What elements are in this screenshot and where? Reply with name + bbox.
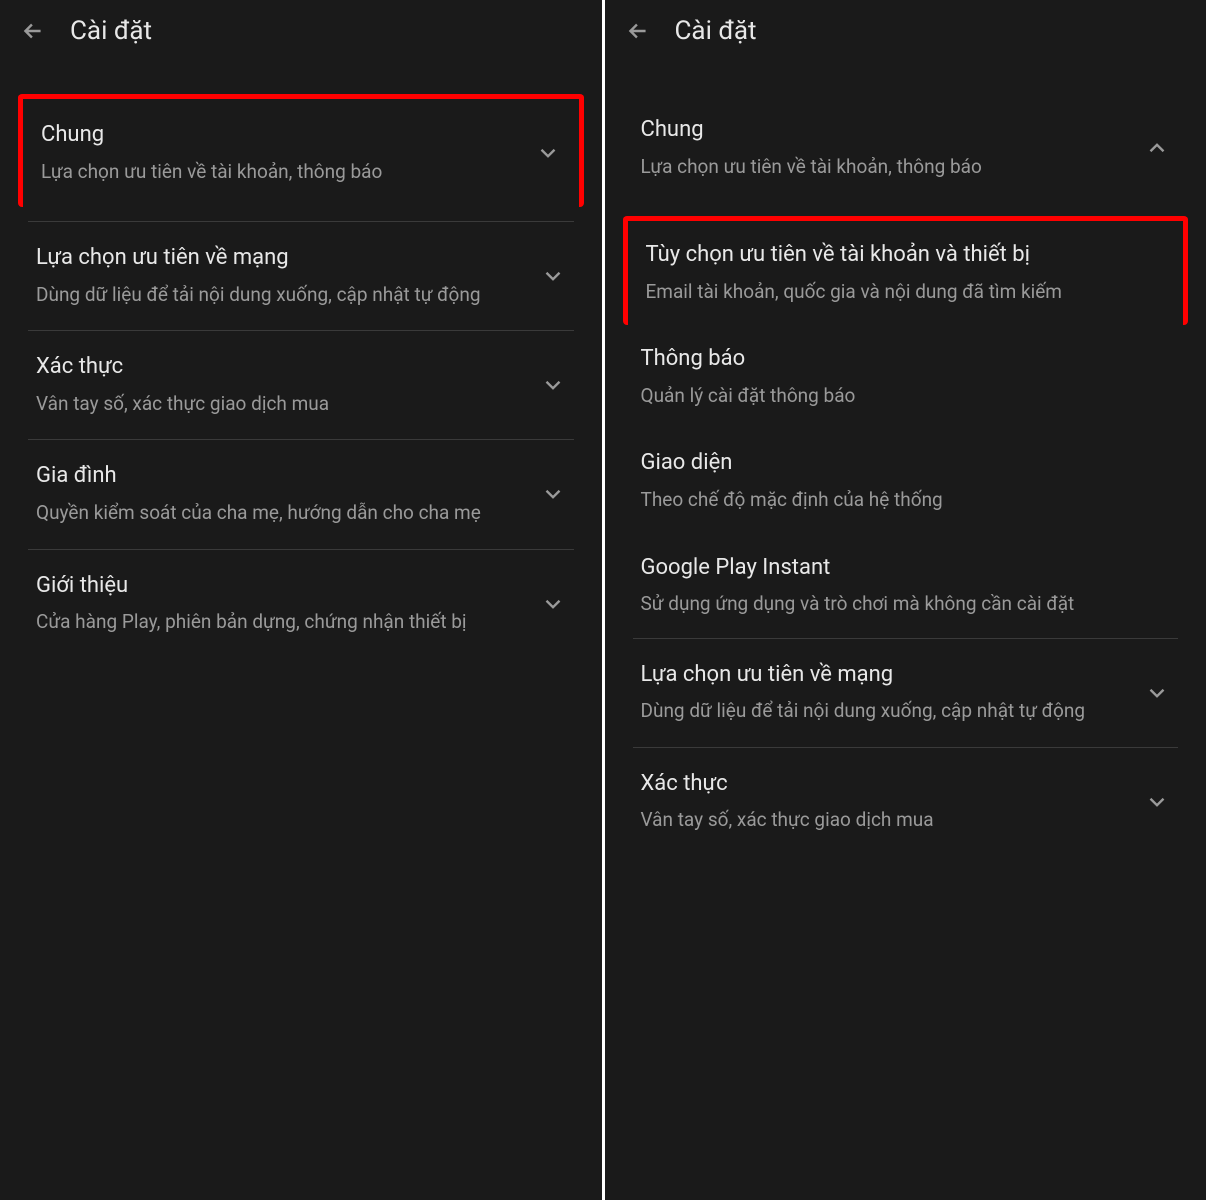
settings-item-general[interactable]: Chung Lựa chọn ưu tiên về tài khoản, thô… — [633, 94, 1179, 202]
item-subtitle: Quản lý cài đặt thông báo — [641, 382, 1161, 410]
chevron-down-icon — [540, 372, 566, 398]
chevron-down-icon — [540, 263, 566, 289]
back-arrow-icon[interactable] — [20, 18, 46, 44]
item-subtitle: Dùng dữ liệu để tải nội dung xuống, cập … — [641, 697, 1135, 725]
item-subtitle: Lựa chọn ưu tiên về tài khoản, thông báo — [41, 158, 525, 186]
item-title: Gia đình — [36, 462, 530, 491]
item-subtitle: Dùng dữ liệu để tải nội dung xuống, cập … — [36, 281, 530, 309]
chevron-down-icon — [1144, 680, 1170, 706]
settings-item-network[interactable]: Lựa chọn ưu tiên về mạng Dùng dữ liệu để… — [633, 639, 1179, 748]
settings-item-play-instant[interactable]: Google Play Instant Sử dụng ứng dụng và … — [633, 534, 1179, 639]
chevron-down-icon — [540, 591, 566, 617]
settings-item-general[interactable]: Chung Lựa chọn ưu tiên về tài khoản, thô… — [18, 94, 584, 207]
item-title: Lựa chọn ưu tiên về mạng — [36, 244, 530, 273]
item-subtitle: Vân tay số, xác thực giao dịch mua — [641, 806, 1135, 834]
item-title: Giao diện — [641, 449, 1161, 478]
left-screen: Cài đặt Chung Lựa chọn ưu tiên về tài kh… — [0, 0, 602, 1200]
item-subtitle: Quyền kiểm soát của cha mẹ, hướng dẫn ch… — [36, 499, 530, 527]
item-subtitle: Cửa hàng Play, phiên bản dựng, chứng nhậ… — [36, 608, 530, 636]
item-subtitle: Vân tay số, xác thực giao dịch mua — [36, 390, 530, 418]
settings-item-about[interactable]: Giới thiệu Cửa hàng Play, phiên bản dựng… — [28, 550, 574, 658]
page-title: Cài đặt — [675, 16, 757, 46]
item-title: Google Play Instant — [641, 554, 1161, 583]
item-subtitle: Lựa chọn ưu tiên về tài khoản, thông báo — [641, 153, 1135, 181]
settings-item-authentication[interactable]: Xác thực Vân tay số, xác thực giao dịch … — [28, 331, 574, 440]
header: Cài đặt — [0, 0, 602, 64]
chevron-down-icon — [535, 140, 561, 166]
item-title: Chung — [641, 116, 1135, 145]
item-title: Giới thiệu — [36, 572, 530, 601]
back-arrow-icon[interactable] — [625, 18, 651, 44]
settings-item-interface[interactable]: Giao diện Theo chế độ mặc định của hệ th… — [633, 429, 1179, 533]
right-screen: Cài đặt Chung Lựa chọn ưu tiên về tài kh… — [605, 0, 1206, 1200]
item-title: Thông báo — [641, 345, 1161, 374]
item-title: Chung — [41, 121, 525, 150]
item-title: Xác thực — [36, 353, 530, 382]
item-subtitle: Sử dụng ứng dụng và trò chơi mà không cầ… — [641, 590, 1161, 618]
item-subtitle: Theo chế độ mặc định của hệ thống — [641, 486, 1161, 514]
item-title: Lựa chọn ưu tiên về mạng — [641, 661, 1135, 690]
chevron-up-icon — [1144, 135, 1170, 161]
settings-item-account-device[interactable]: Tùy chọn ưu tiên về tài khoản và thiết b… — [623, 216, 1189, 325]
item-title: Tùy chọn ưu tiên về tài khoản và thiết b… — [646, 241, 1156, 270]
chevron-down-icon — [540, 481, 566, 507]
header: Cài đặt — [605, 0, 1206, 64]
settings-list: Chung Lựa chọn ưu tiên về tài khoản, thô… — [0, 94, 602, 658]
settings-item-notifications[interactable]: Thông báo Quản lý cài đặt thông báo — [633, 325, 1179, 429]
settings-item-family[interactable]: Gia đình Quyền kiểm soát của cha mẹ, hướ… — [28, 440, 574, 549]
settings-list: Chung Lựa chọn ưu tiên về tài khoản, thô… — [605, 94, 1206, 856]
item-title: Xác thực — [641, 770, 1135, 799]
settings-item-network[interactable]: Lựa chọn ưu tiên về mạng Dùng dữ liệu để… — [28, 222, 574, 331]
page-title: Cài đặt — [70, 16, 152, 46]
item-subtitle: Email tài khoản, quốc gia và nội dung đã… — [646, 278, 1156, 306]
chevron-down-icon — [1144, 789, 1170, 815]
settings-item-authentication[interactable]: Xác thực Vân tay số, xác thực giao dịch … — [633, 748, 1179, 856]
